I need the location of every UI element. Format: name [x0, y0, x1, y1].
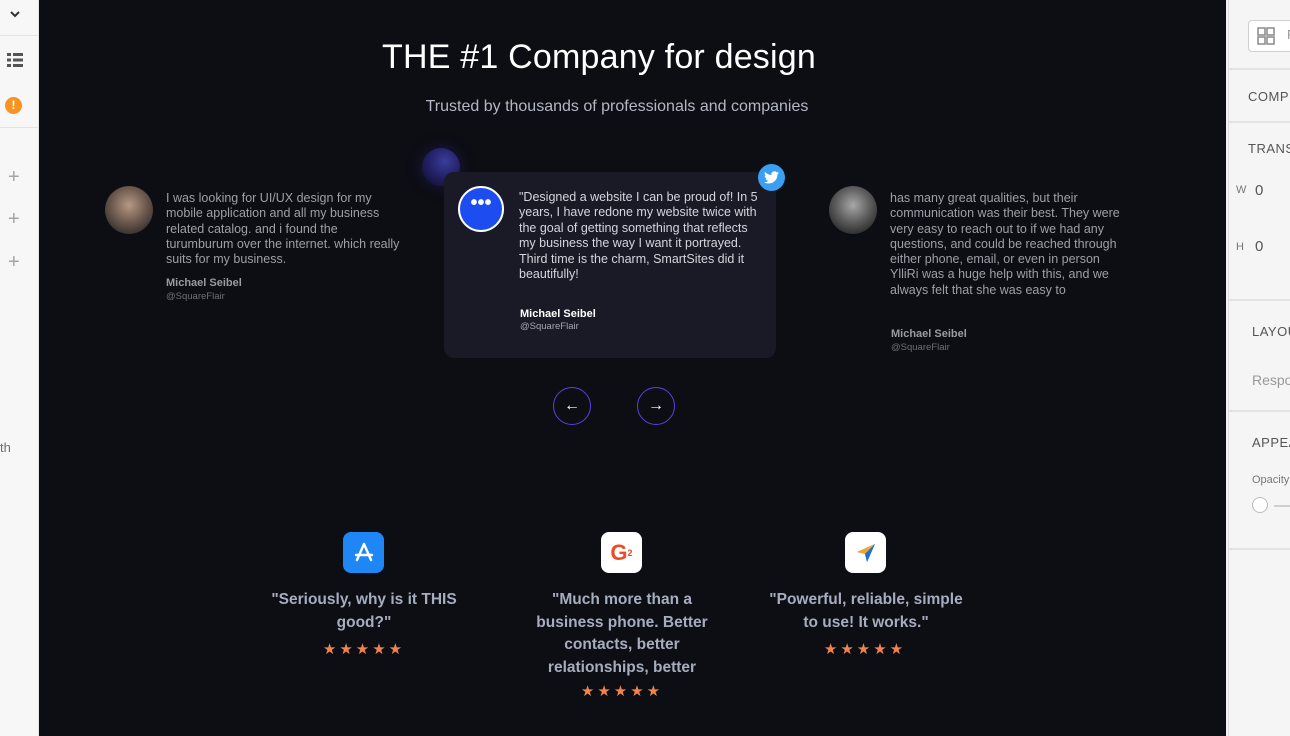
section-component[interactable]: COMP — [1248, 89, 1289, 104]
add-icon[interactable]: + — [8, 208, 20, 231]
width-input[interactable]: 0 — [1255, 182, 1263, 199]
testimonial-card-active: ••• "Designed a website I can be proud o… — [444, 172, 776, 358]
testimonial-name: Michael Seibel — [520, 308, 596, 320]
section-layout[interactable]: LAYOU — [1252, 324, 1290, 339]
star-rating: ★★★★★ — [580, 683, 664, 700]
opacity-slider-track[interactable] — [1274, 505, 1290, 507]
add-icon[interactable]: + — [8, 166, 20, 189]
partial-label: th — [0, 440, 11, 455]
properties-panel: F COMP TRANS W 0 H 0 LAYOU Respo APPEA O… — [1228, 0, 1290, 736]
warning-icon[interactable]: ! — [5, 97, 22, 114]
star-rating: ★★★★★ — [823, 641, 907, 658]
responsive-dropdown[interactable]: Respo — [1252, 372, 1290, 388]
add-icon[interactable]: + — [8, 251, 20, 274]
star-rating: ★★★★★ — [322, 641, 406, 658]
arrow-right-icon: → — [648, 397, 664, 414]
testimonial-handle: @SquareFlair — [166, 291, 225, 302]
review-quote: "Much more than a business phone. Better… — [536, 591, 708, 676]
testimonial-name: Michael Seibel — [166, 277, 242, 289]
layout-selector[interactable]: F — [1248, 20, 1290, 52]
section-appearance[interactable]: APPEA — [1252, 435, 1290, 450]
divider — [0, 35, 38, 36]
testimonial-quote: "Designed a website I can be proud of! I… — [519, 190, 758, 282]
review-quote: "Seriously, why is it THIS good?" — [271, 591, 457, 631]
page-title: THE #1 Company for design — [382, 38, 816, 76]
design-canvas: THE #1 Company for design Trusted by tho… — [39, 0, 1226, 736]
avatar — [829, 186, 877, 234]
app-store-icon — [343, 532, 384, 573]
testimonial-handle: @SquareFlair — [520, 321, 579, 332]
previous-button[interactable]: ← — [553, 387, 591, 425]
opacity-label: Opacity — [1252, 474, 1290, 486]
g2-icon: G2 — [601, 532, 642, 573]
avatar — [105, 186, 153, 234]
chevron-down-icon[interactable] — [0, 5, 30, 26]
opacity-slider-handle[interactable] — [1252, 497, 1268, 513]
testimonial-handle: @SquareFlair — [891, 342, 950, 353]
width-label: W — [1236, 184, 1247, 196]
left-toolbar: ! + + + th — [0, 0, 39, 736]
height-input[interactable]: 0 — [1255, 238, 1263, 255]
grid-icon — [1257, 27, 1275, 45]
list-icon[interactable] — [0, 52, 30, 73]
section-transform[interactable]: TRANS — [1248, 141, 1290, 156]
divider — [0, 127, 38, 128]
height-label: H — [1236, 241, 1244, 253]
twitter-icon — [758, 164, 785, 191]
arrow-left-icon: ← — [564, 397, 580, 414]
chat-icon: ••• — [458, 186, 504, 232]
review-quote: "Powerful, reliable, simple to use! It w… — [769, 591, 963, 631]
page-subtitle: Trusted by thousands of professionals an… — [425, 98, 809, 115]
testimonial-name: Michael Seibel — [891, 328, 967, 340]
next-button[interactable]: → — [637, 387, 675, 425]
testimonial-quote: has many great qualities, but their comm… — [890, 191, 1120, 297]
testimonial-quote: I was looking for UI/UX design for my mo… — [166, 191, 400, 267]
send-arrow-icon — [845, 532, 886, 573]
